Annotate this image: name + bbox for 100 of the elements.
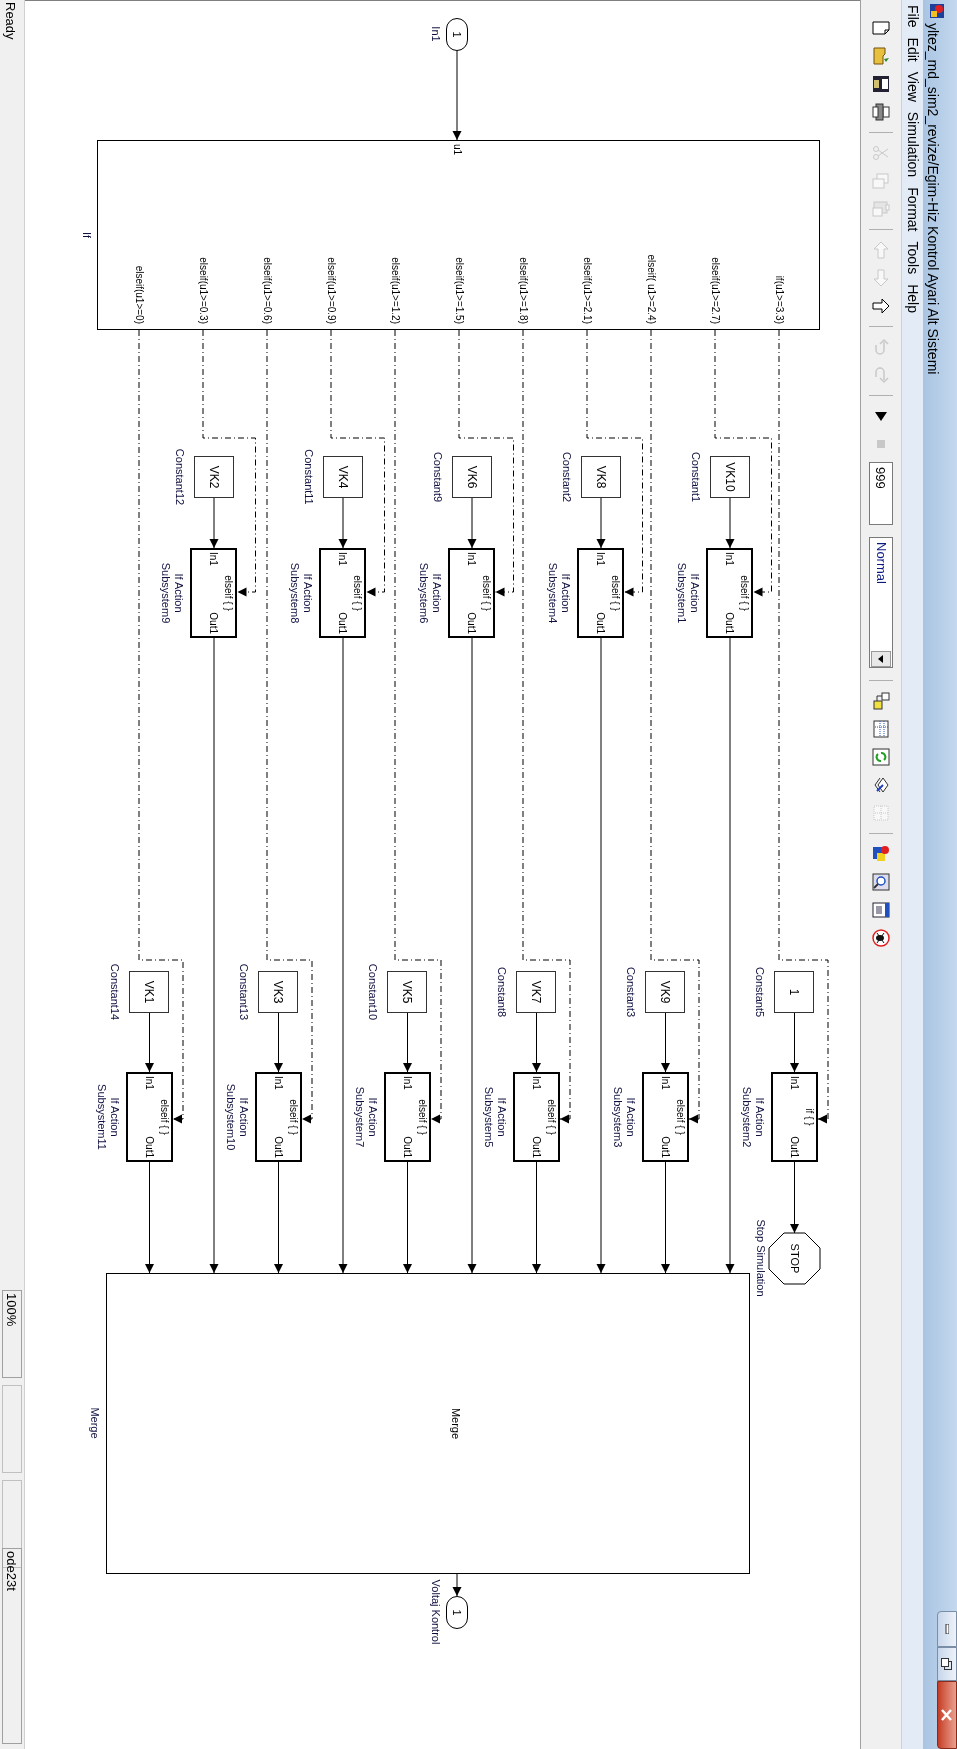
block-label: Constant2 [560, 451, 573, 503]
dropdown-value: Normal [872, 541, 890, 584]
condition-label: elseif(u1>=0) [133, 265, 145, 324]
block-label: Constant8 [495, 966, 509, 1018]
block-label: Constant11 [302, 449, 315, 505]
block-label: Subsystem7 [353, 1086, 366, 1148]
port-label: In1 [530, 1076, 542, 1090]
port-label: In1 [336, 552, 349, 566]
constant-block: 1 [774, 971, 815, 1013]
port-label: Out1 [659, 1136, 671, 1158]
block-label: Subsystem10 [224, 1083, 237, 1151]
port-label: elseif { } [480, 575, 493, 611]
port-label: In1 [465, 552, 478, 566]
port-label: Out1 [336, 612, 349, 634]
constant-block: VK4 [323, 456, 363, 498]
condition-label: elseif(u1>=1.8) [517, 257, 529, 324]
window-title: yltez_md_sim2_revize/Egim-Hiz Kontrol Ayari Alt Sistemi [924, 23, 942, 375]
constant-block: VK1 [129, 971, 170, 1013]
restore-icon [941, 1658, 953, 1670]
solver-name: ode23t [2, 1548, 22, 1744]
block-label: Subsystem2 [740, 1086, 753, 1148]
port-label: elseif { } [545, 1099, 557, 1135]
port-label: In1 [207, 552, 220, 566]
stop-text: STOP [788, 1243, 801, 1274]
port-label: Out1 [143, 1136, 155, 1158]
block-label: If Action [301, 573, 315, 613]
condition-label: elseif(u1>=0.9) [325, 257, 337, 324]
outport-block: 1 [446, 1596, 468, 1629]
menu-item[interactable]: Edit [902, 32, 923, 67]
block-label: Constant3 [624, 966, 638, 1018]
block-label: Subsystem4 [546, 562, 560, 624]
menu-item[interactable]: View [902, 66, 923, 107]
block-label: Merge [88, 1407, 101, 1439]
port-label: elseif { } [222, 575, 235, 611]
restore-button[interactable] [937, 1647, 957, 1681]
block-label: Constant1 [689, 451, 702, 503]
constant-block: VK6 [452, 456, 492, 498]
block-label: If Action [172, 573, 186, 613]
close-icon [941, 1709, 953, 1721]
port-label: elseif { } [609, 575, 622, 611]
block-label: Subsystem9 [159, 562, 173, 624]
menu-item[interactable]: File [902, 0, 923, 33]
block-label: If Action [753, 1097, 766, 1137]
block-label: Constant12 [173, 448, 186, 506]
block-label: If Action [237, 1097, 250, 1137]
block-label: Subsystem11 [95, 1084, 108, 1150]
block-label: Subsystem1 [675, 562, 689, 624]
port-label: u1 [451, 144, 463, 156]
block-label: Constant9 [431, 451, 444, 503]
block-label: Constant10 [366, 963, 380, 1021]
port-label: elseif { } [416, 1099, 428, 1135]
block-label: Stop Simulation [754, 1219, 767, 1297]
block-label: Subsystem8 [288, 562, 302, 624]
condition-label: elseif( u1>=2.4) [645, 254, 657, 324]
block-label: If Action [559, 573, 573, 613]
port-label: In1 [723, 552, 736, 566]
port-label: Out1 [465, 612, 478, 634]
block-label: Voltaj Kontrol [429, 1579, 442, 1645]
port-label: Out1 [401, 1136, 413, 1158]
minimize-icon [945, 1624, 949, 1634]
port-label: elseif { } [158, 1099, 170, 1135]
mode-dropdown[interactable]: Normal [869, 537, 893, 668]
constant-block: VK8 [581, 456, 621, 498]
block-label: If Action [495, 1097, 508, 1137]
port-label: In1 [788, 1076, 800, 1090]
port-label: In1 [594, 552, 607, 566]
port-label: elseif { } [351, 575, 364, 611]
condition-label: elseif(u1>=2.1) [581, 257, 593, 324]
port-label: Out1 [723, 612, 736, 634]
menu-item[interactable]: Help [902, 279, 923, 318]
stop-block [768, 1232, 821, 1285]
port-label: elseif { } [738, 575, 751, 611]
block-label: If Action [430, 573, 444, 613]
inport-block: 1 [446, 18, 468, 51]
menu-item[interactable]: Tools [902, 236, 923, 280]
port-label: elseif { } [287, 1099, 299, 1135]
block-label: If Action [108, 1097, 121, 1137]
stop-time-field[interactable]: 999 [869, 462, 893, 525]
condition-label: elseif(u1>=0.3) [197, 257, 209, 324]
block-label: Constant14 [108, 963, 122, 1021]
menu-item[interactable]: Simulation [902, 106, 923, 183]
block-label: Constant13 [237, 963, 251, 1021]
zoom-level: 100% [2, 1290, 22, 1378]
close-button[interactable] [937, 1681, 957, 1749]
port-label: Out1 [207, 612, 220, 634]
port-label: Out1 [530, 1136, 542, 1158]
block-label: If Action [688, 573, 702, 613]
block-label: Constant5 [753, 966, 767, 1018]
port-label: Out1 [272, 1136, 284, 1158]
block-label: Subsystem5 [482, 1086, 495, 1148]
condition-label: elseif(u1>=2.7) [709, 257, 721, 324]
constant-block: VK10 [710, 456, 750, 498]
port-label: In1 [401, 1076, 413, 1090]
port-label: Out1 [594, 612, 607, 634]
status-text: Ready [2, 2, 19, 40]
constant-block: VK7 [516, 971, 557, 1013]
port-label: In1 [143, 1076, 155, 1090]
condition-label: elseif(u1>=0.6) [261, 257, 273, 324]
app-icon [929, 3, 945, 19]
menu-item[interactable]: Format [902, 182, 923, 237]
